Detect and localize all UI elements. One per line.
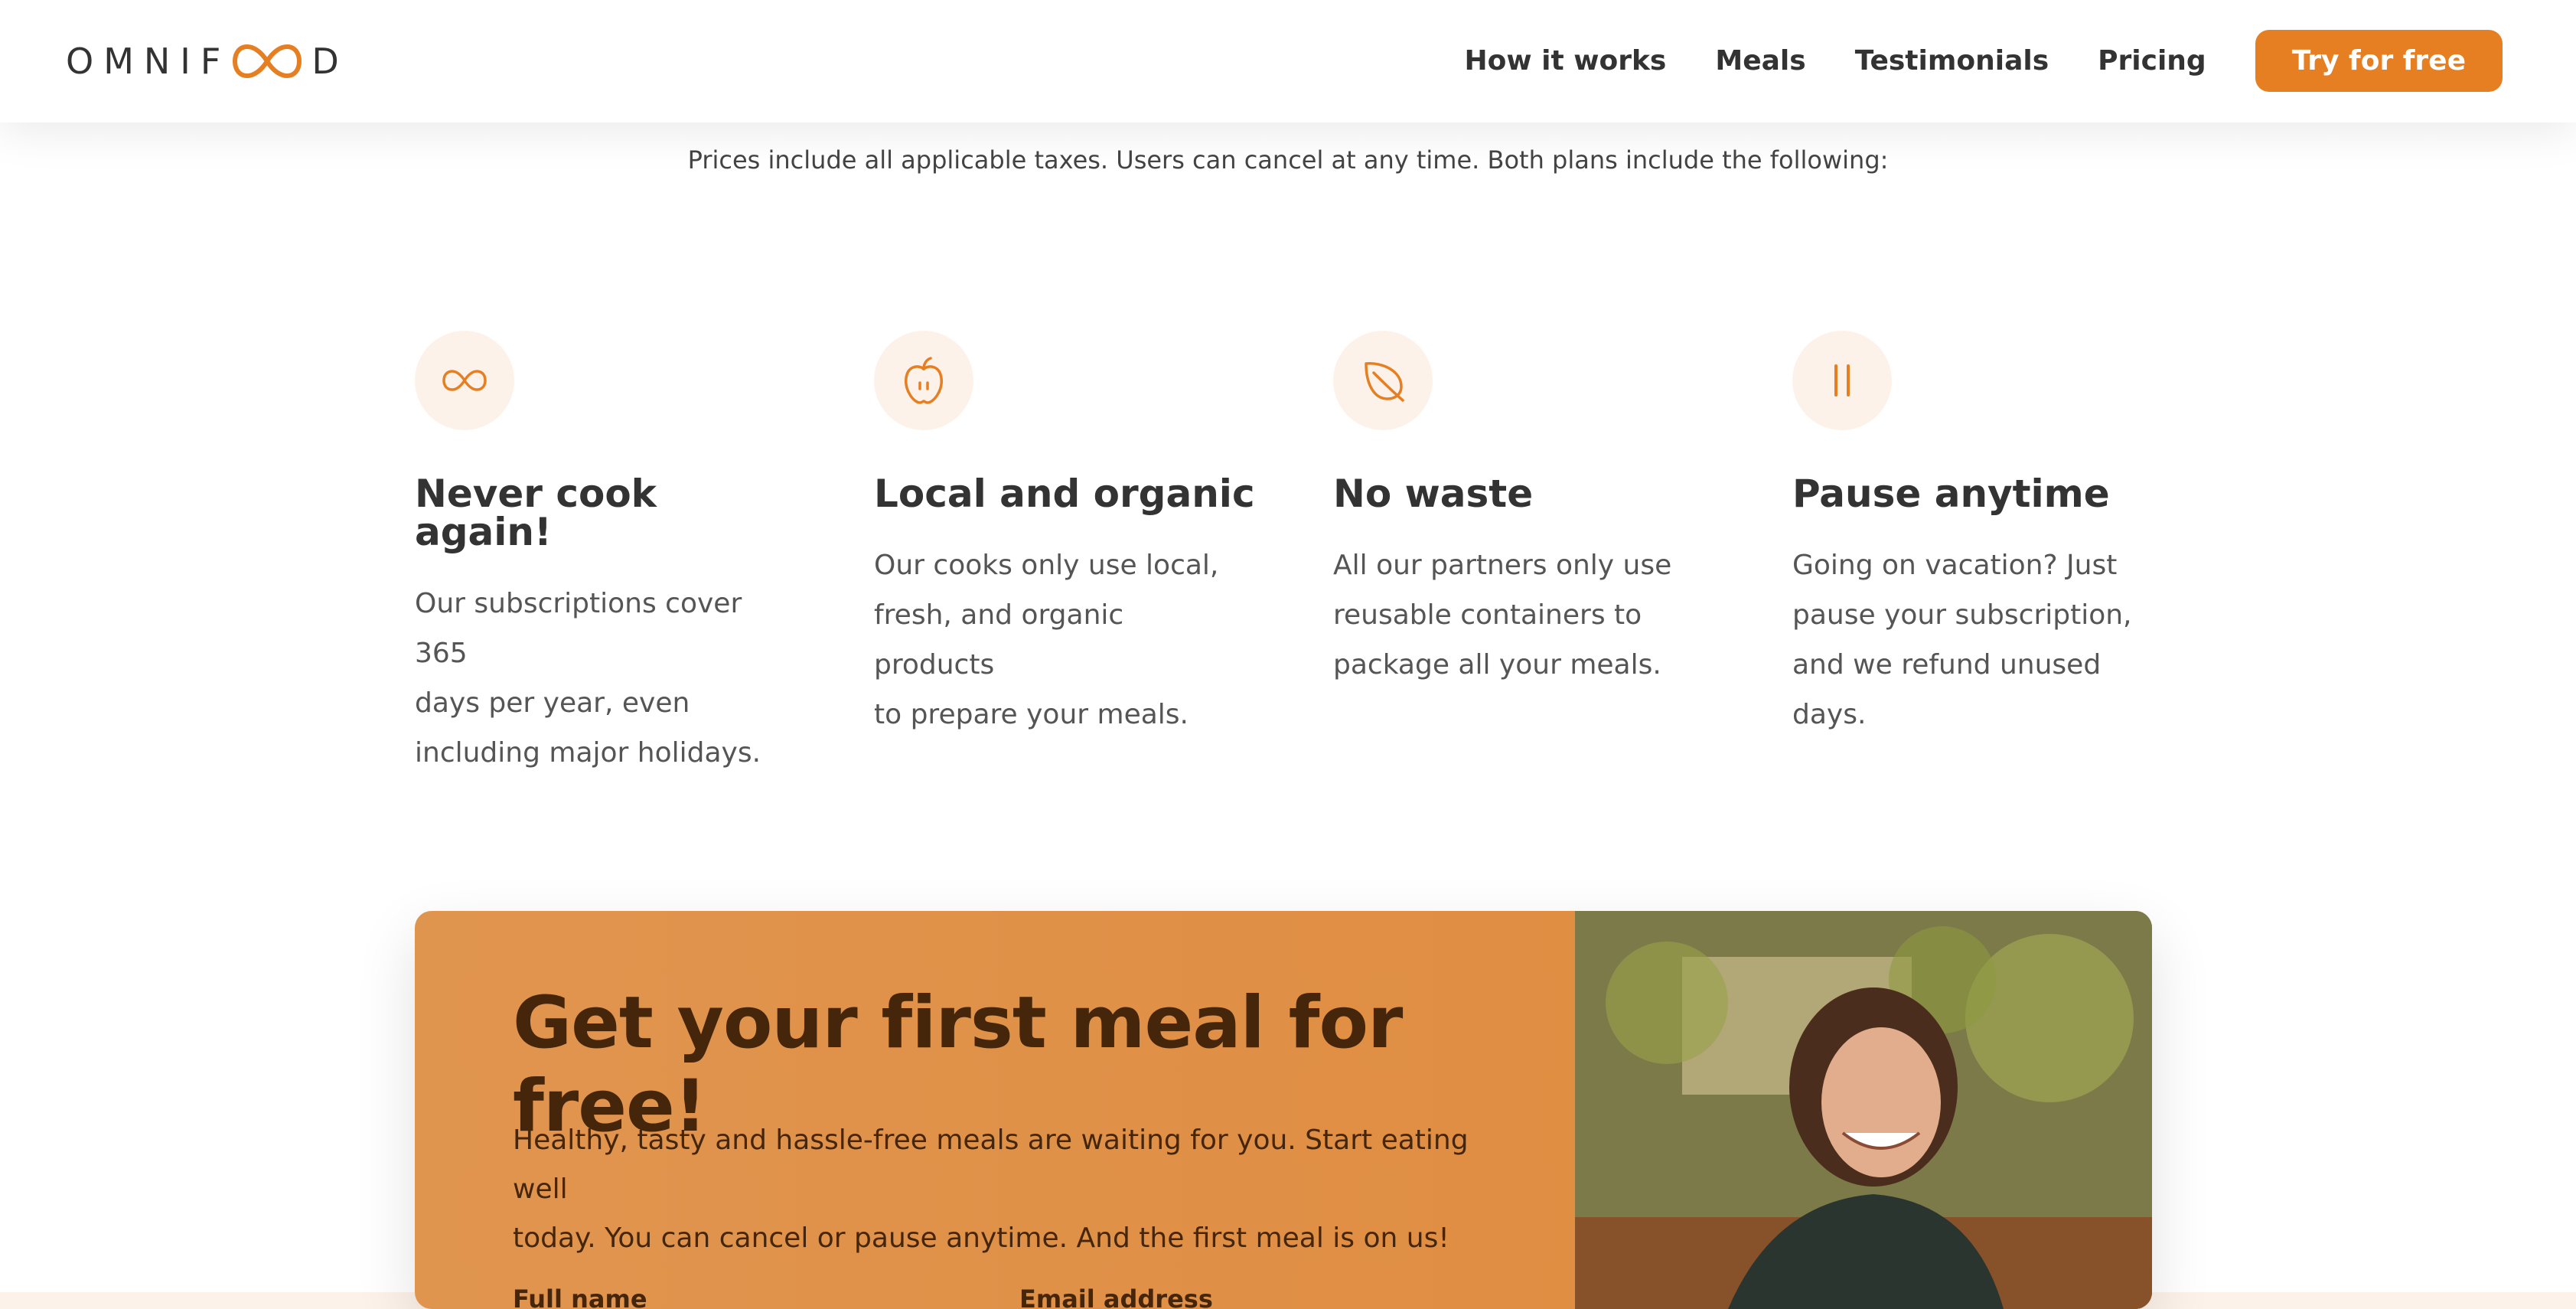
nav-meals[interactable]: Meals [1715,45,1805,77]
feature-desc: Going on vacation? Just pause your subsc… [1792,540,2167,739]
feature-icon-wrap [415,331,514,430]
features-grid: Never cook again! Our subscriptions cove… [415,331,2175,769]
logo[interactable]: OMNIF D [66,38,349,84]
page: OMNIF D How it works Meals Testimonials … [0,0,2576,1309]
feature-desc: Our subscriptions cover 365 days per yea… [415,579,790,778]
feature-desc-line: to prepare your meals. [874,699,1189,730]
pause-icon [1834,364,1850,397]
feature-pause-anytime: Pause anytime Going on vacation? Just pa… [1792,331,2175,739]
cta-description-line: Healthy, tasty and hassle-free meals are… [513,1125,1469,1205]
feature-icon-wrap [874,331,973,430]
feature-no-waste: No waste All our partners only use reusa… [1333,331,1716,690]
email-label: Email address [1019,1285,1213,1309]
feature-icon-wrap [1792,331,1892,430]
feature-desc-line: All our partners only use [1333,550,1672,581]
infinity-icon [442,370,487,391]
cta-section: Get your first meal for free! Healthy, t… [415,911,2152,1309]
cta-description: Healthy, tasty and hassle-free meals are… [513,1116,1508,1263]
site-header: OMNIF D How it works Meals Testimonials … [0,0,2576,122]
try-for-free-button[interactable]: Try for free [2255,29,2503,92]
nav-how-it-works[interactable]: How it works [1465,45,1667,77]
full-name-label: Full name [513,1285,647,1309]
nav-pricing[interactable]: Pricing [2098,45,2206,77]
cta-text-area: Get your first meal for free! Healthy, t… [415,911,1575,1309]
feature-desc-line: including major holidays. [415,737,761,769]
leaf-icon [1365,362,1404,402]
feature-icon-wrap [1333,331,1433,430]
feature-title: Never cook again! [415,472,657,554]
feature-desc-line: and we refund unused days. [1792,649,2102,730]
feature-title: No waste [1333,472,1534,516]
logo-text-right: D [311,41,349,82]
feature-local-organic: Local and organic Our cooks only use loc… [874,331,1257,739]
feature-desc-line: pause your subscription, [1792,599,2132,631]
main-nav: How it works Meals Testimonials Pricing … [1465,28,2503,93]
feature-desc: Our cooks only use local, fresh, and org… [874,540,1249,739]
feature-title: Local and organic [874,472,1255,516]
photo-illustration [1575,911,2152,1309]
feature-desc-line: Going on vacation? Just [1792,550,2118,581]
pricing-note: Prices include all applicable taxes. Use… [687,145,1889,175]
nav-testimonials[interactable]: Testimonials [1855,45,2049,77]
feature-desc-line: Our cooks only use local, [874,550,1219,581]
feature-title: Pause anytime [1792,472,2110,516]
woman-smiling-photo [1575,911,2152,1309]
feature-desc-line: days per year, even [415,687,690,719]
feature-desc-line: Our subscriptions cover 365 [415,588,742,669]
feature-never-cook: Never cook again! Our subscriptions cove… [415,331,797,778]
feature-desc-line: reusable containers to [1333,599,1642,631]
logo-infinity-icon [233,44,302,79]
apple-icon [905,357,943,404]
cta-description-line: today. You can cancel or pause anytime. … [513,1222,1449,1254]
logo-text-left: OMNIF [66,41,231,82]
feature-desc: All our partners only use reusable conta… [1333,540,1708,690]
feature-desc-line: package all your meals. [1333,649,1661,681]
feature-desc-line: fresh, and organic products [874,599,1124,681]
